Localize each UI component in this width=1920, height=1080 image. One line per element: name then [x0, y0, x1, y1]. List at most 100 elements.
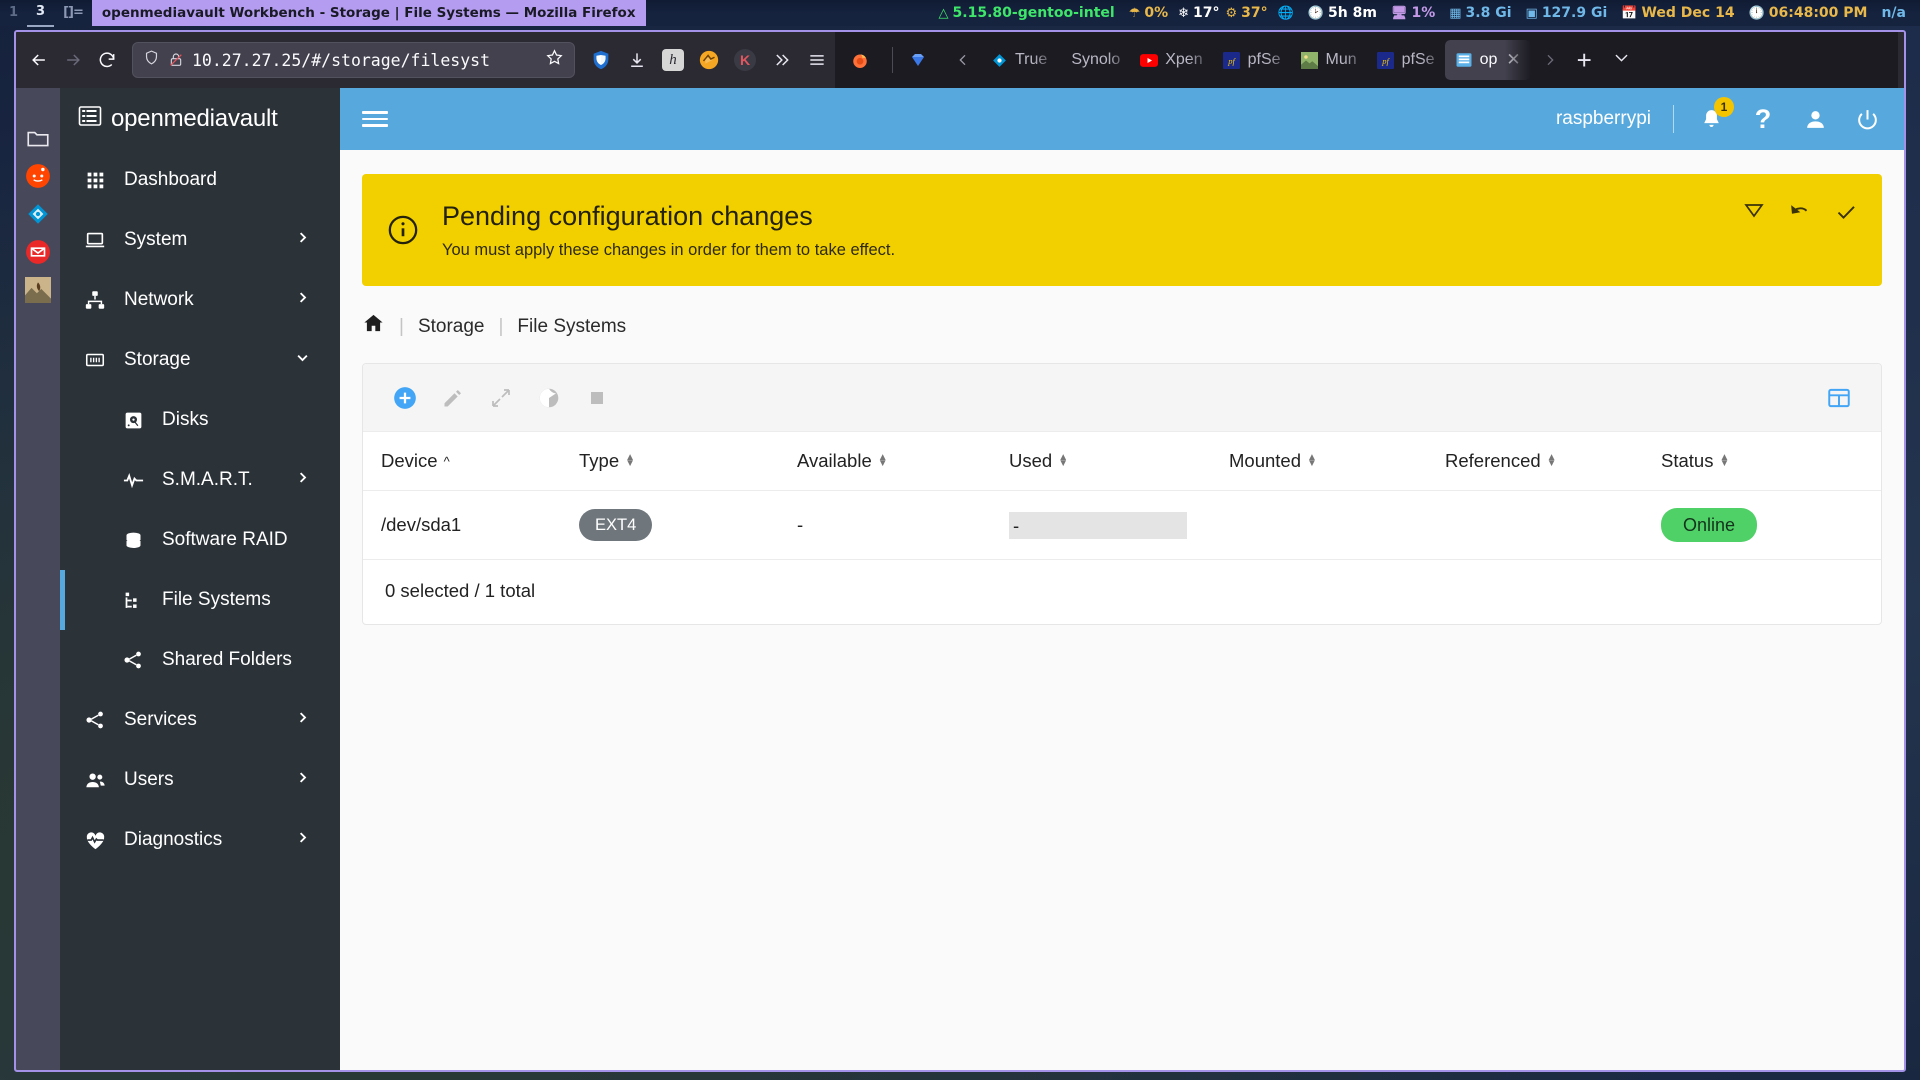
- chevron-left-icon[interactable]: [954, 51, 972, 69]
- hoxx-icon[interactable]: h: [655, 43, 691, 77]
- list-all-tabs-button[interactable]: [1602, 40, 1641, 80]
- workspace-1[interactable]: 1: [0, 0, 27, 26]
- tab-diamond[interactable]: [899, 40, 944, 80]
- new-tab-button[interactable]: +: [1567, 40, 1602, 80]
- downloads-icon[interactable]: [619, 43, 655, 77]
- sidebar-item-label: Network: [124, 289, 194, 310]
- account-button[interactable]: [1800, 104, 1830, 134]
- status-time-text: 06:48:00 PM: [1768, 5, 1868, 21]
- tab-openmediavault[interactable]: op ✕: [1444, 40, 1531, 80]
- ublock-origin-icon[interactable]: [583, 43, 619, 77]
- close-icon[interactable]: ✕: [1506, 50, 1520, 70]
- omv-main: raspberrypi 1 ? Pending configuration ch…: [340, 88, 1904, 1070]
- sun-icon: ⚙: [1225, 5, 1238, 21]
- shield-icon[interactable]: [143, 49, 160, 71]
- firefox-window: 10.27.27.25/#/storage/filesyst h K True …: [14, 30, 1906, 1072]
- breadcrumb-item-file-systems[interactable]: File Systems: [517, 316, 626, 338]
- sidebar-item-storage[interactable]: Storage: [60, 330, 340, 390]
- snowflake-icon: ❄: [1178, 5, 1190, 21]
- quota-button[interactable]: [525, 374, 573, 422]
- chevron-right-icon[interactable]: [1541, 51, 1559, 69]
- insecure-lock-icon[interactable]: [168, 52, 184, 68]
- tab-xpenology[interactable]: Xpen: [1130, 40, 1212, 80]
- dock-gmail[interactable]: [24, 238, 52, 266]
- bookmark-star-icon[interactable]: [545, 48, 564, 72]
- url-bar[interactable]: 10.27.27.25/#/storage/filesyst: [132, 42, 575, 78]
- sidebar-item-services[interactable]: Services: [60, 690, 340, 750]
- dock-truenas[interactable]: [24, 200, 52, 228]
- column-label: Used: [1009, 450, 1053, 471]
- edit-button[interactable]: [429, 374, 477, 422]
- sidebar-item-system[interactable]: System: [60, 210, 340, 270]
- tab-pfsense-1[interactable]: pf pfSe: [1213, 40, 1291, 80]
- truenas-icon: [990, 51, 1008, 69]
- dock-files[interactable]: [24, 124, 52, 152]
- home-icon[interactable]: [362, 312, 385, 341]
- column-header-type[interactable]: Type ▲ ▼: [579, 432, 797, 491]
- resize-button[interactable]: [477, 374, 525, 422]
- sidebar-item-dashboard[interactable]: Dashboard: [60, 150, 340, 210]
- create-button[interactable]: [381, 374, 429, 422]
- nav-toggle-button[interactable]: [362, 111, 388, 127]
- disk-icon: ▣: [1525, 5, 1538, 21]
- status-kernel: △ 5.15.80-gentoo-intel: [932, 5, 1122, 21]
- tab-truenas[interactable]: True: [980, 40, 1057, 80]
- tab-pfsense-2[interactable]: pf pfSe: [1367, 40, 1445, 80]
- sidebar-item-software-raid[interactable]: Software RAID: [60, 510, 340, 570]
- table-row[interactable]: /dev/sda1 EXT4 - - Online: [363, 490, 1881, 560]
- column-header-available[interactable]: Available ▲ ▼: [797, 432, 1009, 491]
- pending-changes-banner: Pending configuration changes You must a…: [362, 174, 1882, 286]
- tab-munich[interactable]: Mun: [1291, 40, 1367, 80]
- sidebar-item-smart[interactable]: S.M.A.R.T.: [60, 450, 340, 510]
- sidebar-item-disks[interactable]: Disks: [60, 390, 340, 450]
- workspace-layout-indicator[interactable]: []=: [54, 0, 92, 26]
- column-header-status[interactable]: Status ▲ ▼: [1661, 432, 1881, 491]
- column-label: Mounted: [1229, 450, 1301, 471]
- tab-scroll-left[interactable]: [944, 40, 980, 80]
- tab-label: pfSe: [1401, 51, 1435, 68]
- tab-firefox[interactable]: [835, 40, 886, 80]
- uptime-icon: 🕑: [1307, 5, 1325, 21]
- cell-mounted: [1229, 490, 1445, 560]
- sidebar-item-shared-folders[interactable]: Shared Folders: [60, 630, 340, 690]
- sidebar-item-network[interactable]: Network: [60, 270, 340, 330]
- column-select-button[interactable]: [1815, 374, 1863, 422]
- unmount-button[interactable]: [573, 374, 621, 422]
- back-button[interactable]: [22, 43, 56, 77]
- help-button[interactable]: ?: [1748, 104, 1778, 134]
- pfsense-icon: pf: [1223, 51, 1241, 69]
- forward-button[interactable]: [56, 43, 90, 77]
- url-text[interactable]: 10.27.27.25/#/storage/filesyst: [192, 51, 537, 70]
- apply-changes-button[interactable]: [1834, 200, 1858, 229]
- keepa-icon[interactable]: K: [727, 43, 763, 77]
- chevron-right-icon: [295, 470, 310, 490]
- banner-title: Pending configuration changes: [442, 200, 813, 231]
- revert-changes-button[interactable]: [1788, 200, 1812, 229]
- power-button[interactable]: [1852, 104, 1882, 134]
- sidebar-item-diagnostics[interactable]: Diagnostics: [60, 810, 340, 870]
- dock-gallery[interactable]: [24, 276, 52, 304]
- dock-reddit[interactable]: [24, 162, 52, 190]
- reload-button[interactable]: [90, 43, 124, 77]
- videodownload-icon[interactable]: [691, 43, 727, 77]
- column-header-referenced[interactable]: Referenced ▲ ▼: [1445, 432, 1661, 491]
- column-header-used[interactable]: Used ▲ ▼: [1009, 432, 1229, 491]
- cell-type: EXT4: [579, 490, 797, 560]
- overflow-icon[interactable]: [763, 43, 799, 77]
- breadcrumb-item-storage[interactable]: Storage: [418, 316, 485, 338]
- tab-scroll-right[interactable]: [1531, 40, 1567, 80]
- notifications-button[interactable]: 1: [1696, 97, 1734, 134]
- banner-text: Pending configuration changes You must a…: [442, 201, 895, 260]
- tab-label: Synolo: [1071, 51, 1121, 68]
- workspace-3[interactable]: 3: [27, 0, 55, 27]
- column-header-mounted[interactable]: Mounted ▲ ▼: [1229, 432, 1445, 491]
- column-header-device[interactable]: Device ^: [363, 432, 579, 491]
- sidebar-item-label: Dashboard: [124, 169, 217, 190]
- tab-synology[interactable]: Synolo: [1057, 40, 1130, 80]
- show-pending-button[interactable]: [1742, 200, 1766, 229]
- status-badge: Online: [1661, 508, 1758, 542]
- sidebar-item-users[interactable]: Users: [60, 750, 340, 810]
- app-menu-icon[interactable]: [799, 43, 835, 77]
- sidebar-item-file-systems[interactable]: File Systems: [60, 570, 340, 630]
- username-label: raspberrypi: [1555, 108, 1651, 129]
